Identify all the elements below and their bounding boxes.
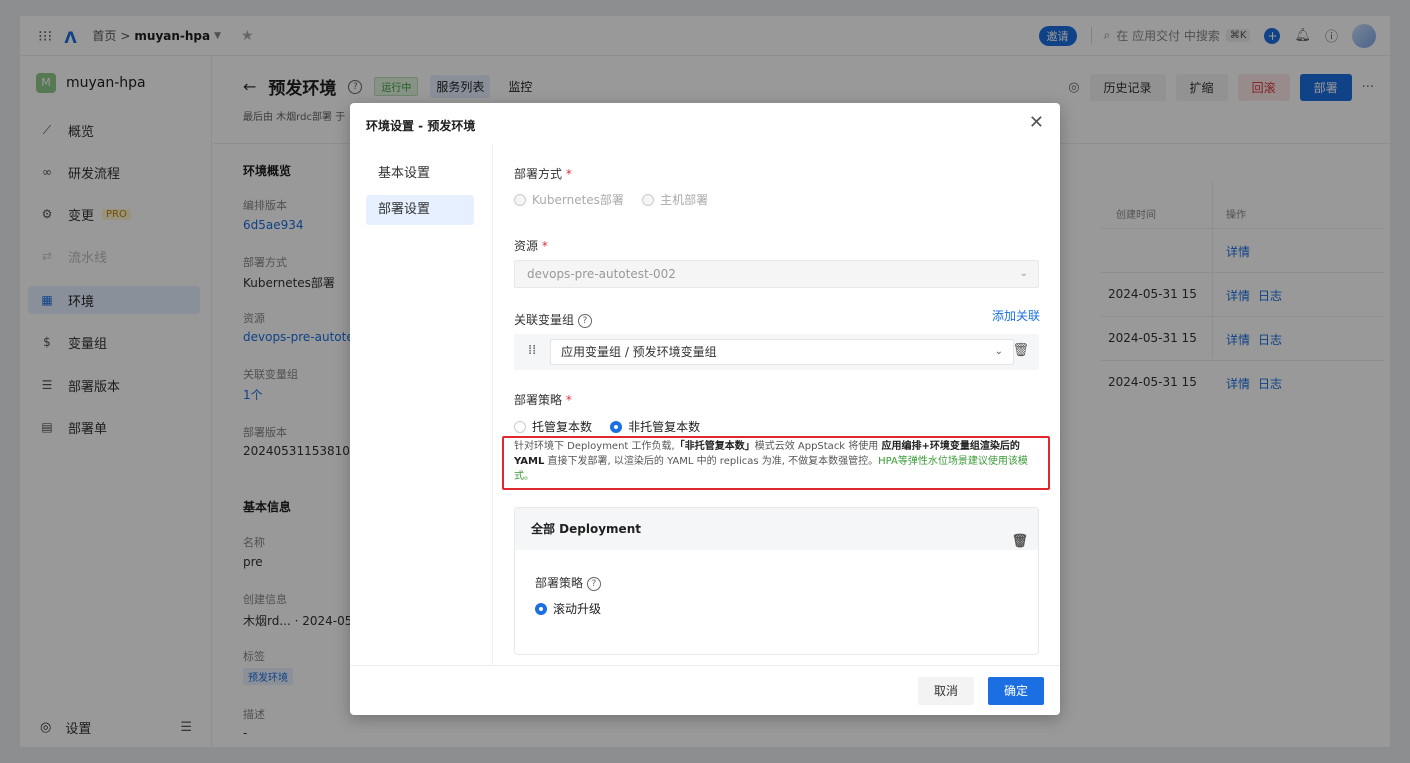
dialog-footer: 取消 确定 — [350, 665, 1060, 715]
environment-settings-dialog: 环境设置 - 预发环境 ✕ 基本设置 部署设置 部署方式 * Kubernete… — [350, 103, 1060, 715]
var-group-label: 关联变量组 ? — [514, 311, 592, 328]
confirm-button[interactable]: 确定 — [987, 677, 1044, 705]
resource-label: 资源 * — [514, 239, 548, 253]
deployment-card: 全部 Deployment 🗑︎ 部署策略 ? 滚动升级 — [514, 507, 1039, 655]
chevron-down-icon: ⌄ — [1019, 268, 1028, 279]
deployment-card-header: 全部 Deployment 🗑︎ — [515, 508, 1038, 550]
delete-icon[interactable]: 🗑︎ — [1011, 521, 1028, 563]
delete-icon[interactable]: 🗑︎ — [1012, 343, 1029, 358]
strategy-group: 托管复本数 非托管复本数 — [514, 418, 714, 437]
radio-kubernetes: Kubernetes部署 — [514, 191, 624, 208]
deploy-mode-group: Kubernetes部署 主机部署 — [514, 191, 722, 210]
chevron-down-icon: ⌄ — [994, 346, 1003, 357]
radio-host: 主机部署 — [642, 191, 708, 208]
radio-dot — [610, 420, 623, 433]
radio-managed-replicas[interactable]: 托管复本数 — [514, 418, 592, 435]
radio-dot — [535, 602, 547, 615]
cancel-button[interactable]: 取消 — [917, 677, 974, 705]
radio-unmanaged-replicas[interactable]: 非托管复本数 — [610, 418, 700, 435]
strategy-label: 部署策略 * — [514, 393, 572, 407]
var-group-select[interactable]: 应用变量组 / 预发环境变量组 ⌄ — [550, 339, 1014, 365]
rolling-update-option[interactable]: 滚动升级 — [535, 600, 615, 619]
nav-basic-settings[interactable]: 基本设置 — [366, 159, 474, 189]
strategy-hint: 针对环境下 Deployment 工作负载,「非托管复本数」模式云效 AppSt… — [514, 441, 1028, 482]
dialog-title: 环境设置 - 预发环境 — [366, 119, 476, 133]
resource-select: devops-pre-autotest-002 ⌄ — [514, 260, 1039, 288]
radio-dot — [642, 193, 655, 206]
radio-dot — [514, 420, 526, 433]
help-icon[interactable]: ? — [586, 576, 601, 591]
drag-handle-icon[interactable]: ⁞⁞ — [528, 343, 536, 358]
settings-nav: 基本设置 部署设置 — [350, 145, 493, 665]
deploy-mode-label: 部署方式 * — [514, 167, 572, 181]
nav-deploy-settings[interactable]: 部署设置 — [366, 195, 474, 225]
add-association-link[interactable]: 添加关联 — [992, 307, 1040, 324]
help-icon[interactable]: ? — [577, 313, 592, 328]
radio-dot — [514, 193, 526, 206]
close-icon[interactable]: ✕ — [1029, 112, 1044, 133]
deployment-strategy-label: 部署策略 ? — [535, 574, 601, 591]
deploy-settings-form: 部署方式 * Kubernetes部署 主机部署 资源 * devops-pre… — [502, 145, 1050, 665]
var-group-row: ⁞⁞ 应用变量组 / 预发环境变量组 ⌄ 🗑︎ — [514, 334, 1039, 370]
